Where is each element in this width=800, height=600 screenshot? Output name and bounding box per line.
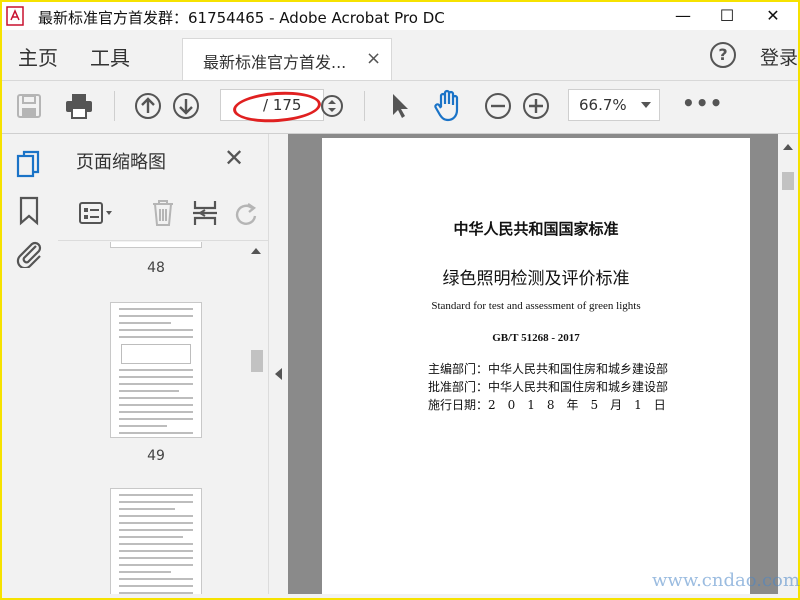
login-button[interactable]: 登录 — [760, 43, 798, 70]
prev-page-icon[interactable] — [134, 92, 162, 120]
thumbnail-scrollbar[interactable] — [246, 242, 266, 594]
chevron-down-icon — [641, 102, 651, 108]
zoom-value: 66.7% — [579, 96, 627, 114]
zoom-select[interactable]: 66.7% — [568, 89, 660, 121]
tab-close-icon[interactable]: × — [366, 48, 381, 69]
rotate-page-icon[interactable] — [232, 200, 260, 228]
select-cursor-icon[interactable] — [390, 92, 410, 120]
scrollbar-thumb[interactable] — [782, 172, 794, 190]
menu-bar: 主页 工具 最新标准官方首发... × ? 登录 — [2, 30, 798, 81]
title-bar: 最新标准官方首发群：61754465 - Adobe Acrobat Pro D… — [2, 2, 798, 30]
toolbar-separator — [114, 91, 115, 121]
acrobat-app-icon — [6, 6, 24, 26]
page-thumbnail[interactable] — [110, 302, 202, 438]
page-thumbnails-icon[interactable] — [16, 150, 42, 180]
window-title: 最新标准官方首发群：61754465 - Adobe Acrobat Pro D… — [38, 9, 445, 27]
scroll-up-icon[interactable] — [251, 248, 261, 254]
page-thumbnail-number: 49 — [147, 448, 165, 464]
standard-title-en: Standard for test and assessment of gree… — [431, 300, 641, 312]
navigation-rail — [2, 134, 59, 594]
standard-code: GB/T 51268 - 2017 — [492, 332, 580, 344]
standard-title-cn: 绿色照明检测及评价标准 — [442, 269, 630, 289]
approval-department: 批准部门：中华人民共和国住房和城乡建设部 — [428, 380, 669, 394]
site-watermark: www.cndao.com — [652, 570, 800, 591]
thumbnail-panel: 页面缩略图 ✕ 48 49 — [58, 134, 268, 594]
bookmark-icon[interactable] — [18, 196, 40, 226]
panel-collapse-strip[interactable] — [268, 134, 289, 594]
document-view[interactable]: 中华人民共和国国家标准 绿色照明检测及评价标准 Standard for tes… — [288, 134, 778, 594]
zoom-out-icon[interactable] — [484, 92, 512, 120]
save-icon[interactable] — [16, 93, 42, 119]
attachment-icon[interactable] — [14, 238, 44, 268]
scrollbar-thumb[interactable] — [251, 350, 263, 372]
thumbnail-options-icon[interactable] — [78, 200, 116, 226]
print-icon[interactable] — [64, 92, 94, 120]
close-window-button[interactable]: ✕ — [750, 4, 796, 30]
page-thumbnail[interactable] — [110, 242, 202, 248]
editor-department: 主编部门：中华人民共和国住房和城乡建设部 — [428, 362, 669, 376]
document-tab-label: 最新标准官方首发... — [203, 53, 347, 72]
panel-close-icon[interactable]: ✕ — [224, 144, 244, 172]
thumbnail-table — [121, 344, 191, 364]
collapse-arrow-icon[interactable] — [275, 368, 282, 380]
minimize-button[interactable]: — — [660, 4, 706, 30]
document-page: 中华人民共和国国家标准 绿色照明检测及评价标准 Standard for tes… — [322, 138, 750, 594]
document-scrollbar[interactable] — [778, 134, 798, 594]
insert-page-icon[interactable] — [192, 198, 218, 228]
zoom-in-icon[interactable] — [522, 92, 550, 120]
hand-icon[interactable] — [432, 89, 464, 123]
toolbar: / 175 66.7% ••• — [2, 81, 798, 134]
panel-toolbar — [58, 190, 268, 241]
effective-date: 施行日期：2 0 1 8 年 5 月 1 日 — [428, 398, 666, 412]
page-spin-icon[interactable] — [320, 94, 344, 118]
menu-home[interactable]: 主页 — [18, 42, 58, 71]
delete-page-icon[interactable] — [150, 198, 176, 228]
menu-tools[interactable]: 工具 — [90, 42, 130, 71]
panel-title: 页面缩略图 — [76, 152, 166, 173]
help-icon[interactable]: ? — [710, 42, 736, 68]
standard-type: 中华人民共和国国家标准 — [453, 220, 619, 238]
more-tools-button[interactable]: ••• — [682, 91, 723, 115]
toolbar-separator — [364, 91, 365, 121]
maximize-button[interactable]: ☐ — [704, 4, 750, 30]
scroll-up-icon[interactable] — [783, 144, 793, 150]
next-page-icon[interactable] — [172, 92, 200, 120]
page-thumbnail-number: 48 — [147, 260, 165, 276]
document-tab[interactable]: 最新标准官方首发... × — [182, 38, 392, 80]
thumbnail-list: 48 49 — [58, 242, 246, 594]
page-thumbnail[interactable] — [110, 488, 202, 594]
